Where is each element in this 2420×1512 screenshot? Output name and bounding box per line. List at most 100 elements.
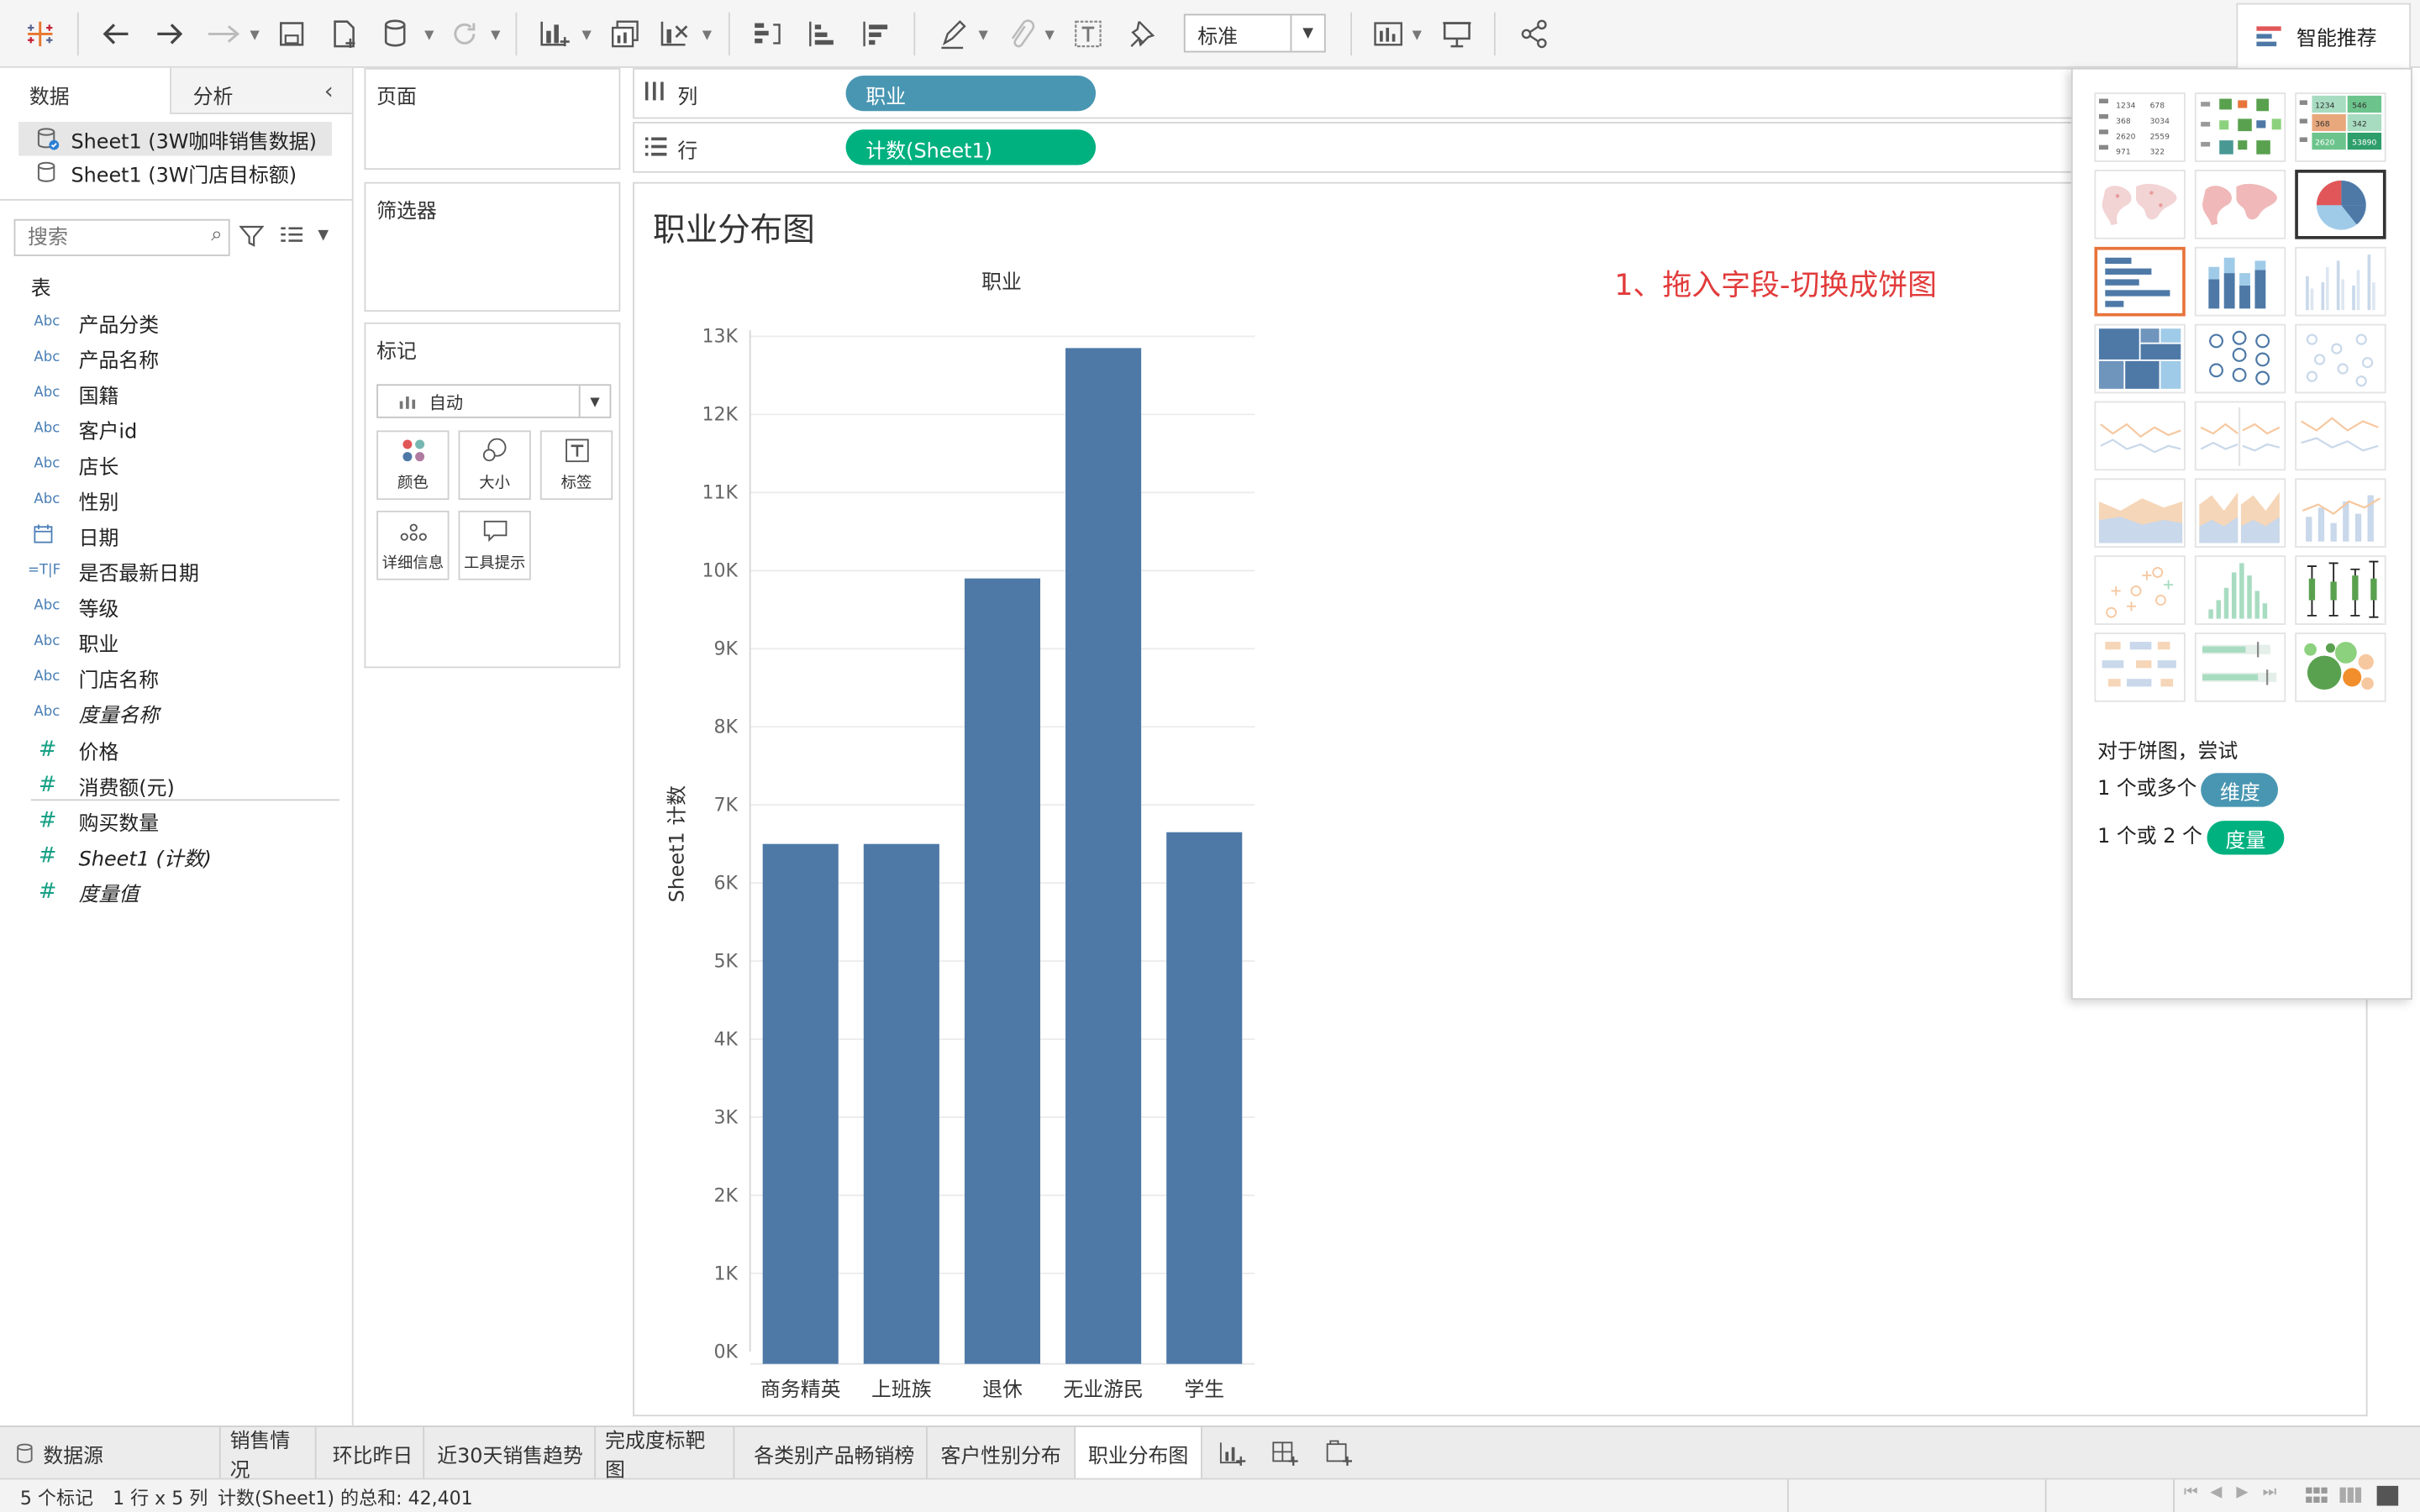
label-button[interactable]: 标签 bbox=[539, 430, 613, 501]
chart-type-dual-combination[interactable] bbox=[2295, 478, 2386, 549]
dimension-field[interactable]: Abc 度量名称 bbox=[0, 696, 339, 729]
size-button[interactable]: 大小 bbox=[458, 430, 531, 501]
redo-icon[interactable] bbox=[150, 14, 190, 55]
chart-type-discrete-lines[interactable] bbox=[2194, 401, 2286, 471]
dimension-field[interactable]: =T|F 是否最新日期 bbox=[0, 554, 339, 587]
chevron-down-icon[interactable]: ▼ bbox=[581, 28, 591, 42]
measure-field[interactable]: # Sheet1 (计数) bbox=[0, 839, 339, 873]
chart-type-stacked-bars[interactable] bbox=[2194, 246, 2286, 317]
dimension-field[interactable]: Abc 店长 bbox=[0, 448, 339, 481]
chart-type-histogram[interactable] bbox=[2194, 555, 2286, 625]
refresh-icon[interactable] bbox=[445, 14, 485, 55]
chart-type-bullet-graph[interactable] bbox=[2194, 633, 2286, 702]
chevron-down-icon[interactable]: ▼ bbox=[1413, 28, 1422, 42]
dimension-field[interactable]: Abc 产品名称 bbox=[0, 341, 339, 375]
pin-icon[interactable] bbox=[1122, 14, 1162, 55]
previous-sheet-icon[interactable]: ◀ bbox=[2210, 1484, 2222, 1501]
filters-card[interactable]: 筛选器 bbox=[364, 181, 621, 312]
chart-type-highlight-table[interactable]: 1234 546 368 342 2620 53890 bbox=[2295, 92, 2386, 162]
measure-field[interactable]: # 度量值 bbox=[0, 874, 339, 908]
chevron-down-icon[interactable]: ▼ bbox=[491, 28, 500, 42]
show-mark-labels-icon[interactable] bbox=[1068, 14, 1108, 55]
show-tabs-icon[interactable] bbox=[2376, 1485, 2399, 1510]
sheet-tab[interactable]: 销售情况 bbox=[221, 1426, 317, 1483]
tab-datasource[interactable]: 数据源 bbox=[0, 1426, 221, 1480]
chevron-down-icon[interactable]: ▼ bbox=[424, 28, 434, 42]
search-icon[interactable]: ⌕ bbox=[211, 223, 222, 247]
save-icon[interactable] bbox=[271, 14, 312, 55]
tooltip-button[interactable]: 工具提示 bbox=[458, 510, 531, 580]
chart-type-gantt[interactable] bbox=[2094, 633, 2186, 702]
presentation-mode-icon[interactable] bbox=[1437, 14, 1477, 55]
chart-type-area-discrete[interactable] bbox=[2194, 478, 2286, 549]
dimension-field[interactable]: Abc 性别 bbox=[0, 483, 339, 517]
sheet-tab[interactable]: 近30天销售趋势 bbox=[426, 1426, 596, 1480]
measure-field[interactable]: # 价格 bbox=[0, 732, 339, 766]
show-me-tab[interactable]: 智能推荐 bbox=[2236, 3, 2411, 68]
tableau-logo-icon[interactable] bbox=[20, 14, 60, 55]
measure-field[interactable]: # 购买数量 bbox=[0, 804, 339, 837]
new-worksheet-tab-icon[interactable] bbox=[1216, 1438, 1247, 1475]
chart-type-continuous-lines[interactable] bbox=[2094, 401, 2186, 471]
dimension-field[interactable]: Abc 产品分类 bbox=[0, 306, 339, 339]
chart-type-filled-map[interactable] bbox=[2194, 170, 2286, 239]
show-filmstrip-icon[interactable] bbox=[2339, 1487, 2362, 1511]
rows-shelf[interactable]: 行 计数(Sheet1) bbox=[633, 122, 2084, 173]
new-story-tab-icon[interactable] bbox=[1323, 1438, 1354, 1475]
chevron-down-icon[interactable]: ▼ bbox=[702, 28, 712, 42]
sheet-tab[interactable]: 完成度标靶图 bbox=[596, 1426, 735, 1483]
new-datasource-icon[interactable] bbox=[324, 14, 365, 55]
sort-ascending-icon[interactable] bbox=[802, 14, 843, 55]
detail-button[interactable]: 详细信息 bbox=[376, 510, 450, 580]
highlight-pen-icon[interactable] bbox=[934, 14, 974, 55]
sort-descending-icon[interactable] bbox=[856, 14, 897, 55]
chart-type-area-continuous[interactable] bbox=[2094, 478, 2186, 549]
sheet-tab[interactable]: 职业分布图 bbox=[1076, 1426, 1202, 1480]
color-button[interactable]: 颜色 bbox=[376, 430, 450, 501]
sheet-tab[interactable]: 各类别产品畅销榜 bbox=[742, 1426, 928, 1480]
new-dashboard-tab-icon[interactable] bbox=[1269, 1438, 1300, 1475]
duplicate-sheet-icon[interactable] bbox=[605, 14, 645, 55]
columns-shelf[interactable]: 列 职业 bbox=[633, 67, 2084, 119]
replay-icon[interactable] bbox=[203, 14, 249, 55]
chevron-down-icon[interactable]: ▼ bbox=[978, 28, 987, 42]
chart-type-heat-map[interactable] bbox=[2194, 92, 2286, 162]
chart-type-treemap[interactable] bbox=[2094, 323, 2186, 394]
tab-data[interactable]: 数据 bbox=[0, 68, 171, 114]
swap-rows-columns-icon[interactable] bbox=[747, 14, 787, 55]
show-sheet-sorter-icon[interactable] bbox=[2306, 1487, 2328, 1511]
dimension-field[interactable]: Abc 等级 bbox=[0, 590, 339, 623]
chart-type-circle-views[interactable] bbox=[2194, 323, 2286, 394]
dimension-field[interactable]: Abc 客户id bbox=[0, 412, 339, 445]
next-sheet-icon[interactable]: ▶ bbox=[2236, 1484, 2248, 1501]
last-sheet-icon[interactable]: ⏭ bbox=[2263, 1484, 2277, 1501]
chart-type-side-by-side-bars[interactable] bbox=[2295, 246, 2386, 317]
chevron-down-icon[interactable]: ▼ bbox=[1044, 28, 1054, 42]
chevron-down-icon[interactable]: ▼ bbox=[318, 228, 329, 244]
dimension-field[interactable]: Abc 门店名称 bbox=[0, 660, 339, 694]
dimension-field[interactable]: Abc 职业 bbox=[0, 625, 339, 659]
columns-pill[interactable]: 职业 bbox=[845, 76, 1097, 112]
chart-type-packed-bubbles[interactable] bbox=[2295, 633, 2386, 702]
search-box[interactable]: ⌕ bbox=[13, 218, 230, 256]
chart-type-scatter-plot[interactable] bbox=[2094, 555, 2186, 625]
group-members-icon[interactable] bbox=[1000, 14, 1040, 55]
chart-type-pie[interactable] bbox=[2295, 170, 2386, 239]
chart-type-dual-lines[interactable] bbox=[2295, 401, 2386, 471]
new-worksheet-icon[interactable] bbox=[534, 14, 575, 55]
fit-select[interactable]: 标准 ▼ bbox=[1183, 13, 1326, 53]
database-icon[interactable] bbox=[376, 14, 417, 55]
chart-type-symbol-map[interactable] bbox=[2094, 170, 2186, 239]
collapse-pane-icon[interactable]: ‹ bbox=[324, 77, 334, 105]
view-list-icon[interactable] bbox=[279, 225, 303, 253]
datasource-name[interactable]: Sheet1 (3W门店目标额) bbox=[71, 159, 297, 189]
dimension-field[interactable]: 日期 bbox=[0, 518, 339, 552]
clear-sheet-icon[interactable] bbox=[655, 14, 695, 55]
chart-type-side-by-side-circles[interactable] bbox=[2295, 323, 2386, 394]
filter-icon[interactable] bbox=[239, 223, 265, 255]
chart-type-text-table[interactable]: 1234 678 368 3034 2620 2559 971 322 bbox=[2094, 92, 2186, 162]
show-cards-icon[interactable] bbox=[1369, 14, 1409, 55]
mark-type-select[interactable]: 自动 ▼ bbox=[376, 384, 612, 418]
undo-icon[interactable] bbox=[96, 14, 136, 55]
sheet-tab[interactable]: 客户性别分布 bbox=[928, 1426, 1076, 1480]
